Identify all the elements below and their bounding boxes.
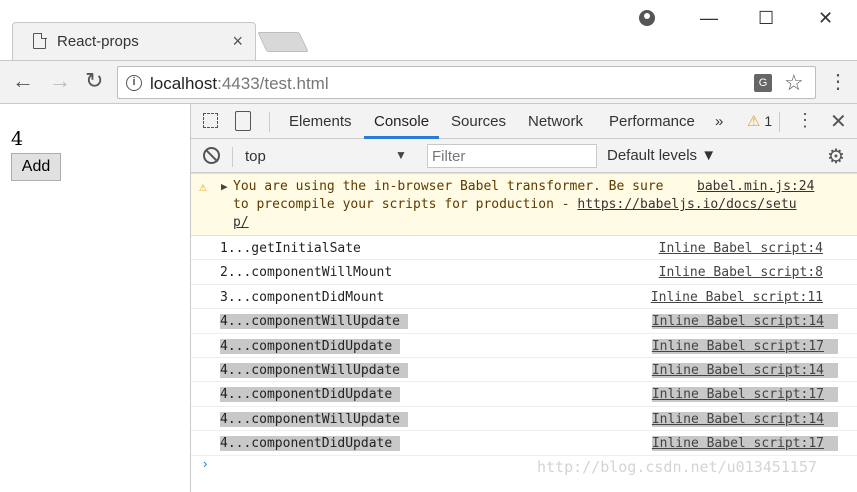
- devtools-tab-bar: Elements Console Sources Network Perform…: [191, 104, 857, 139]
- maximize-button[interactable]: ☐: [758, 8, 774, 29]
- log-source-link[interactable]: Inline Babel script:14: [651, 314, 838, 330]
- babel-docs-link-wrap[interactable]: p/: [233, 215, 249, 230]
- console-log-row: 4...componentDidUpdate Inline Babel scrip…: [191, 334, 857, 358]
- console-log-row: 1...getInitialSate Inline Babel script:4: [191, 236, 857, 261]
- console-log-row: 4...componentWillUpdate Inline Babel scri…: [191, 358, 857, 383]
- log-list: 1...getInitialSate Inline Babel script:4 2…: [191, 236, 857, 456]
- context-selector[interactable]: top: [245, 148, 266, 165]
- log-source-link[interactable]: Inline Babel script:17: [651, 338, 838, 354]
- console-log-row: 4...componentDidUpdate Inline Babel scrip…: [191, 382, 857, 407]
- bookmark-star-icon[interactable]: ☆: [784, 70, 804, 96]
- warning-message: ⚠ ▶ You are using the in-browser Babel t…: [191, 173, 857, 236]
- gear-icon[interactable]: ⚙: [827, 144, 845, 169]
- divider: [269, 112, 270, 132]
- console-log-row: 2...componentWillMount Inline Babel scrip…: [191, 260, 857, 285]
- site-info-icon[interactable]: i: [126, 75, 142, 91]
- log-source-link[interactable]: Inline Babel script:14: [651, 362, 838, 378]
- tab-console[interactable]: Console: [374, 113, 429, 130]
- divider: [232, 147, 233, 167]
- chevron-down-icon[interactable]: ▼: [395, 148, 407, 162]
- warning-text: You are using the in-browser Babel trans…: [233, 179, 664, 194]
- tab-elements[interactable]: Elements: [289, 113, 352, 130]
- log-message: 3...componentDidMount: [220, 289, 385, 305]
- console-log-row: 4...componentWillUpdate Inline Babel scri…: [191, 407, 857, 432]
- warning-text: to precompile your scripts for productio…: [233, 197, 578, 212]
- log-source-link[interactable]: Inline Babel script:14: [651, 411, 838, 427]
- warning-text-line3: p/: [233, 215, 249, 230]
- warning-source-link[interactable]: babel.min.js:24: [697, 179, 814, 194]
- warning-count-badge[interactable]: ⚠ 1: [747, 112, 772, 130]
- warning-icon: ⚠: [747, 113, 761, 130]
- url-text: localhost:4433/test.html: [150, 74, 329, 94]
- expand-arrow-icon[interactable]: ▶: [221, 180, 228, 193]
- tab-close-button[interactable]: ×: [232, 31, 243, 52]
- console-log-row: 4...componentWillUpdate Inline Babel scri…: [191, 309, 857, 334]
- console-output: ⚠ ▶ You are using the in-browser Babel t…: [191, 173, 857, 456]
- title-bar: React-props × — ☐ ✕: [0, 0, 857, 60]
- translate-icon[interactable]: G: [754, 74, 772, 92]
- clear-console-icon[interactable]: [203, 147, 220, 164]
- document-icon: [33, 32, 47, 49]
- log-message: 4...componentWillUpdate: [220, 411, 409, 427]
- inspect-element-icon[interactable]: [203, 113, 218, 128]
- address-bar[interactable]: i localhost:4433/test.html G ☆: [117, 66, 816, 99]
- log-source-link[interactable]: Inline Babel script:8: [659, 265, 823, 280]
- more-tabs-button[interactable]: »: [715, 113, 723, 130]
- browser-menu-button[interactable]: ⋮: [828, 69, 848, 95]
- log-message: 4...componentWillUpdate: [220, 362, 409, 378]
- log-source-link[interactable]: Inline Babel script:4: [659, 241, 823, 256]
- device-toolbar-icon[interactable]: [235, 111, 251, 131]
- warning-text-line2: to precompile your scripts for productio…: [233, 197, 797, 212]
- log-message: 4...componentDidUpdate: [220, 387, 401, 403]
- window-close-button[interactable]: ✕: [818, 8, 833, 29]
- console-filter-bar: top ▼ Default levels ▼ ⚙: [191, 139, 857, 173]
- log-message: 4...componentDidUpdate: [220, 338, 401, 354]
- devtools-panel: Elements Console Sources Network Perform…: [190, 104, 857, 492]
- tab-title: React-props: [57, 33, 139, 50]
- filter-input[interactable]: [427, 144, 597, 168]
- watermark: http://blog.csdn.net/u013451157: [537, 458, 817, 476]
- console-log-row: 3...componentDidMount Inline Babel script…: [191, 285, 857, 310]
- console-log-row: 4...componentDidUpdate Inline Babel scrip…: [191, 431, 857, 456]
- add-button[interactable]: Add: [11, 153, 61, 181]
- warning-count: 1: [764, 113, 773, 129]
- warning-icon: ⚠: [199, 180, 207, 195]
- divider: [779, 112, 780, 132]
- forward-button[interactable]: →: [49, 70, 71, 92]
- log-message: 2...componentWillMount: [220, 265, 393, 281]
- tab-sources[interactable]: Sources: [451, 113, 506, 130]
- url-path: :4433/test.html: [217, 74, 329, 93]
- browser-tab[interactable]: React-props ×: [12, 22, 256, 60]
- log-source-link[interactable]: Inline Babel script:11: [651, 290, 823, 305]
- tab-network[interactable]: Network: [528, 113, 583, 130]
- browser-toolbar: ← → ↻ i localhost:4433/test.html G ☆ ⋮: [0, 60, 857, 104]
- back-button[interactable]: ←: [12, 70, 34, 92]
- tab-performance[interactable]: Performance: [609, 113, 695, 130]
- user-profile-icon[interactable]: [639, 10, 655, 26]
- new-tab-button[interactable]: [257, 32, 309, 52]
- babel-docs-link[interactable]: https://babeljs.io/docs/setu: [577, 197, 796, 212]
- devtools-menu-button[interactable]: ⋮: [796, 110, 814, 131]
- log-message: 1...getInitialSate: [220, 241, 361, 256]
- url-host: localhost: [150, 74, 218, 93]
- reload-button[interactable]: ↻: [85, 70, 103, 92]
- log-source-link[interactable]: Inline Babel script:17: [651, 436, 838, 452]
- page-viewport: 4 Add: [0, 104, 190, 492]
- minimize-button[interactable]: —: [700, 8, 718, 29]
- log-message: 4...componentWillUpdate: [220, 314, 409, 330]
- devtools-close-button[interactable]: ✕: [830, 109, 847, 134]
- console-prompt[interactable]: ›: [203, 456, 207, 471]
- log-source-link[interactable]: Inline Babel script:17: [651, 387, 838, 403]
- log-message: 4...componentDidUpdate: [220, 436, 401, 452]
- counter-value: 4: [11, 128, 24, 150]
- log-levels-dropdown[interactable]: Default levels ▼: [607, 147, 716, 164]
